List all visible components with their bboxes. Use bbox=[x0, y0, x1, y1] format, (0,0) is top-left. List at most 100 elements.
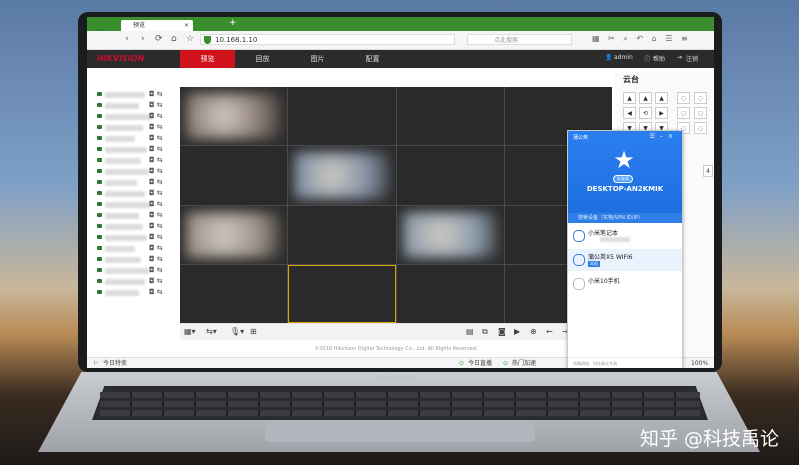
channel-item[interactable]: ◘ ⇆ bbox=[95, 144, 180, 155]
device-item[interactable]: 蒲公英X5 WIFI6 本机 bbox=[568, 249, 682, 271]
username[interactable]: admin bbox=[614, 54, 633, 61]
channel-actions[interactable]: ◘ ⇆ bbox=[149, 178, 163, 186]
channel-item[interactable]: ◘ ⇆ bbox=[95, 232, 180, 243]
channel-item[interactable]: ◘ ⇆ bbox=[95, 221, 180, 232]
help-link[interactable]: 帮助 bbox=[653, 54, 665, 63]
channel-item[interactable]: ◘ ⇆ bbox=[95, 122, 180, 133]
channel-item[interactable]: ◘ ⇆ bbox=[95, 89, 180, 100]
channel-actions[interactable]: ◘ ⇆ bbox=[149, 200, 163, 208]
record-icon[interactable]: ⧉ bbox=[482, 327, 488, 337]
folder-icon[interactable]: ▤ bbox=[466, 327, 474, 336]
layout-icon[interactable]: ▦▾ bbox=[184, 327, 196, 336]
channel-actions[interactable]: ◘ ⇆ bbox=[149, 233, 163, 241]
forward-icon[interactable]: › bbox=[141, 34, 145, 44]
home-icon[interactable]: ⌂ bbox=[171, 34, 177, 44]
video-cell[interactable] bbox=[288, 146, 396, 205]
video-cell[interactable] bbox=[180, 205, 288, 264]
today-live[interactable]: 今日直播 bbox=[468, 358, 492, 368]
device-item[interactable]: 小米笔记本 bbox=[568, 225, 682, 247]
channel-actions[interactable]: ◘ ⇆ bbox=[149, 156, 163, 164]
channel-actions[interactable]: ◘ ⇆ bbox=[149, 211, 163, 219]
logout-link[interactable]: 注销 bbox=[686, 54, 698, 63]
channel-actions[interactable]: ◘ ⇆ bbox=[149, 145, 163, 153]
channel-item[interactable]: ◘ ⇆ bbox=[95, 199, 180, 210]
tab-preview[interactable]: 预览 × bbox=[121, 20, 193, 31]
channel-actions[interactable]: ◘ ⇆ bbox=[149, 288, 163, 296]
video-cell[interactable] bbox=[396, 87, 504, 146]
channel-actions[interactable]: ◘ ⇆ bbox=[149, 244, 163, 252]
reload-icon[interactable]: ⟳ bbox=[155, 34, 163, 44]
video-cell[interactable] bbox=[288, 264, 396, 323]
video-cell[interactable] bbox=[288, 205, 396, 264]
window-controls[interactable]: ☰–× bbox=[650, 133, 678, 140]
tab-preview-main[interactable]: 预览 bbox=[180, 50, 235, 68]
video-cell[interactable] bbox=[180, 146, 288, 205]
ptz-direction-button[interactable]: ◀ bbox=[623, 107, 636, 119]
close-icon[interactable]: × bbox=[184, 20, 189, 31]
new-tab-button[interactable]: + bbox=[229, 18, 237, 28]
bookmark-icon[interactable]: ☆ bbox=[186, 34, 194, 44]
video-cell[interactable] bbox=[396, 205, 504, 264]
ptz-direction-button[interactable]: ▶ bbox=[655, 107, 668, 119]
video-cell[interactable] bbox=[288, 87, 396, 146]
capture-icon[interactable]: ◙ bbox=[498, 327, 506, 336]
video-cell[interactable] bbox=[396, 264, 504, 323]
channel-item[interactable]: ◘ ⇆ bbox=[95, 287, 180, 298]
browser-tabbar: 预览 × + bbox=[87, 17, 714, 31]
channel-item[interactable]: ◘ ⇆ bbox=[95, 210, 180, 221]
ptz-direction-button[interactable]: ▲ bbox=[639, 92, 652, 104]
address-bar[interactable]: 10.168.1.10 bbox=[200, 34, 455, 45]
toolbar-icons[interactable]: ▦ ✂ ⌕ ↶ ⌂ ☰ ≡ bbox=[592, 34, 691, 44]
channel-actions[interactable]: ◘ ⇆ bbox=[149, 123, 163, 131]
channel-actions[interactable]: ◘ ⇆ bbox=[149, 112, 163, 120]
ptz-iris-out-button[interactable]: ◌ bbox=[694, 122, 707, 134]
tab-config[interactable]: 配置 bbox=[345, 50, 400, 68]
device-item[interactable]: 小米10手机 bbox=[568, 273, 682, 295]
ptz-direction-button[interactable]: ▲ bbox=[655, 92, 668, 104]
ptz-focus-in-button[interactable]: ◌ bbox=[677, 107, 690, 119]
tab-pictures[interactable]: 图片 bbox=[290, 50, 345, 68]
stream-icon[interactable]: ⇆▾ bbox=[206, 327, 217, 336]
channel-item[interactable]: ◘ ⇆ bbox=[95, 166, 180, 177]
channel-item[interactable]: ◘ ⇆ bbox=[95, 243, 180, 254]
video-cell[interactable] bbox=[396, 146, 504, 205]
video-cell[interactable] bbox=[180, 87, 288, 146]
split-icon[interactable]: ⊞ bbox=[250, 327, 257, 336]
zoom-icon[interactable]: ⊕ bbox=[530, 327, 537, 336]
ptz-zoom-in-button[interactable]: ◌ bbox=[677, 92, 690, 104]
channel-item[interactable]: ◘ ⇆ bbox=[95, 188, 180, 199]
channel-actions[interactable]: ◘ ⇆ bbox=[149, 134, 163, 142]
channel-item[interactable]: ◘ ⇆ bbox=[95, 155, 180, 166]
microphone-icon[interactable]: 🎙▾ bbox=[230, 327, 244, 336]
channel-item[interactable]: ◘ ⇆ bbox=[95, 265, 180, 276]
channel-item[interactable]: ◘ ⇆ bbox=[95, 100, 180, 111]
ptz-focus-out-button[interactable]: ◌ bbox=[694, 107, 707, 119]
device-search-input[interactable]: 搜索设备（实物/VPN ID/IP） bbox=[568, 213, 682, 223]
channel-actions[interactable]: ◘ ⇆ bbox=[149, 277, 163, 285]
ptz-direction-button[interactable]: ⟲ bbox=[639, 107, 652, 119]
video-icon[interactable]: ▶ bbox=[514, 327, 520, 336]
channel-actions[interactable]: ◘ ⇆ bbox=[149, 101, 163, 109]
ptz-speed[interactable]: 4 bbox=[703, 165, 713, 177]
ptz-zoom-out-button[interactable]: ◌ bbox=[694, 92, 707, 104]
search-input[interactable]: 点此搜索 bbox=[467, 34, 572, 45]
tab-playback[interactable]: 回放 bbox=[235, 50, 290, 68]
channel-actions[interactable]: ◘ ⇆ bbox=[149, 90, 163, 98]
back-icon[interactable]: ‹ bbox=[125, 34, 129, 44]
video-cell[interactable] bbox=[180, 264, 288, 323]
channel-item[interactable]: ◘ ⇆ bbox=[95, 133, 180, 144]
channel-item[interactable]: ◘ ⇆ bbox=[95, 177, 180, 188]
channel-item[interactable]: ◘ ⇆ bbox=[95, 276, 180, 287]
channel-actions[interactable]: ◘ ⇆ bbox=[149, 266, 163, 274]
channel-actions[interactable]: ◘ ⇆ bbox=[149, 255, 163, 263]
ptz-direction-button[interactable]: ▲ bbox=[623, 92, 636, 104]
prev-icon[interactable]: ← bbox=[546, 327, 553, 336]
hot-speed[interactable]: 热门加速 bbox=[512, 358, 536, 368]
channel-actions[interactable]: ◘ ⇆ bbox=[149, 189, 163, 197]
channel-item[interactable]: ◘ ⇆ bbox=[95, 254, 180, 265]
today-deals[interactable]: 今日特卖 bbox=[103, 358, 127, 368]
channel-actions[interactable]: ◘ ⇆ bbox=[149, 167, 163, 175]
zoom-level[interactable]: 100% bbox=[691, 358, 708, 368]
channel-actions[interactable]: ◘ ⇆ bbox=[149, 222, 163, 230]
channel-item[interactable]: ◘ ⇆ bbox=[95, 111, 180, 122]
